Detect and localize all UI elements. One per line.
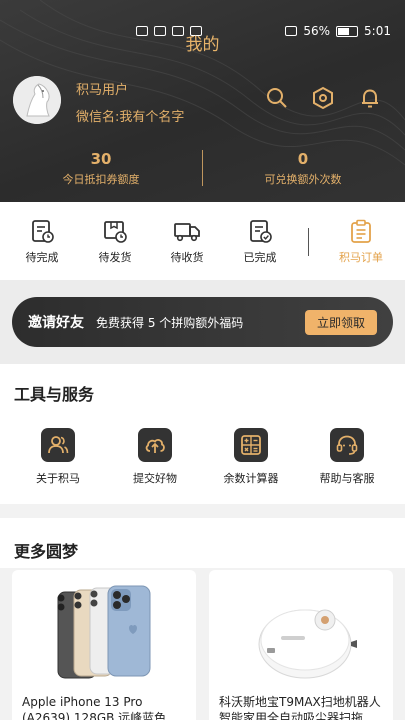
- stat-extra-label: 可兑换额外次数: [264, 173, 342, 186]
- upload-cloud-icon: [138, 428, 172, 462]
- order-pending[interactable]: 待完成: [12, 218, 72, 265]
- tools-title: 工具与服务: [14, 385, 95, 404]
- order-to-receive[interactable]: 待收货: [157, 218, 217, 265]
- wechat-name: 微信名:我有个名字: [76, 110, 185, 125]
- pending-icon: [32, 220, 54, 243]
- order-to-ship[interactable]: 待发货: [85, 218, 145, 265]
- order-to-ship-label: 待发货: [98, 251, 132, 264]
- profile-header: 56% 5:01 我的 积马用户 微信名:我有个名字 30 今日抵扣券额度 0 …: [0, 0, 405, 202]
- headset-icon: [330, 428, 364, 462]
- invite-section: 邀请好友 免费获得 5 个拼购额外福码 立即领取: [0, 280, 405, 364]
- iphone-product-image: [57, 585, 151, 679]
- product-title: Apple iPhone 13 Pro (A2639) 128GB 远峰蓝色: [22, 695, 167, 720]
- done-icon: [250, 220, 272, 243]
- page-title: 我的: [185, 35, 220, 55]
- invite-banner[interactable]: 邀请好友 免费获得 5 个拼购额外福码 立即领取: [12, 297, 393, 347]
- tool-submit[interactable]: 提交好物: [114, 428, 196, 486]
- stat-coupon-value: 30: [90, 150, 112, 168]
- robot-vacuum-product-image: [258, 609, 357, 679]
- more-section: 更多圆梦 Apple iPhone 13 Pro (A2639) 128GB 远…: [0, 518, 405, 720]
- tools-section: 工具与服务 关于积马 提交好物 余数计算器 帮助与客服: [0, 364, 405, 504]
- settings-icon[interactable]: [311, 86, 335, 110]
- more-header: 更多圆梦: [0, 518, 405, 568]
- tool-calculator-label: 余数计算器: [223, 472, 279, 485]
- search-icon[interactable]: [265, 86, 289, 110]
- tool-submit-label: 提交好物: [133, 472, 177, 485]
- tool-about-label: 关于积马: [36, 472, 80, 485]
- tool-help[interactable]: 帮助与客服: [306, 428, 388, 486]
- tool-calculator[interactable]: 余数计算器: [210, 428, 292, 486]
- clipboard-icon: [351, 219, 371, 243]
- order-done[interactable]: 已完成: [230, 218, 290, 265]
- order-to-receive-label: 待收货: [170, 251, 204, 264]
- shipping-icon: [104, 221, 127, 243]
- product-card[interactable]: Apple iPhone 13 Pro (A2639) 128GB 远峰蓝色: [12, 570, 196, 720]
- claim-now-button[interactable]: 立即领取: [305, 309, 377, 335]
- invite-desc: 免费获得 5 个拼购额外福码: [96, 315, 244, 330]
- order-shortcuts: 待完成 待发货 待收货 已完成 积马订单: [0, 202, 405, 280]
- stat-coupon[interactable]: 30 今日抵扣券额度: [1, 150, 201, 187]
- more-title: 更多圆梦: [14, 542, 79, 561]
- bell-icon[interactable]: [358, 86, 382, 110]
- order-jima-label: 积马订单: [339, 251, 383, 264]
- username[interactable]: 积马用户: [76, 79, 128, 98]
- stat-extra-value: 0: [297, 150, 309, 168]
- order-pending-label: 待完成: [25, 251, 59, 264]
- order-separator: [308, 228, 309, 256]
- product-title: 科沃斯地宝T9MAX扫地机器人智能家用全自动吸尘器扫拖: [219, 695, 381, 720]
- order-done-label: 已完成: [243, 251, 277, 264]
- tool-help-label: 帮助与客服: [319, 472, 375, 485]
- people-icon: [41, 428, 75, 462]
- horse-logo-icon: [13, 76, 61, 124]
- calculator-icon: [234, 428, 268, 462]
- tool-about[interactable]: 关于积马: [17, 428, 99, 486]
- avatar[interactable]: [13, 76, 61, 124]
- truck-icon: [174, 223, 200, 242]
- stat-extra[interactable]: 0 可兑换额外次数: [203, 150, 403, 187]
- stat-coupon-label: 今日抵扣券额度: [62, 173, 140, 186]
- product-card[interactable]: 科沃斯地宝T9MAX扫地机器人智能家用全自动吸尘器扫拖: [209, 570, 393, 720]
- invite-title: 邀请好友: [28, 315, 84, 331]
- order-jima[interactable]: 积马订单: [331, 218, 391, 265]
